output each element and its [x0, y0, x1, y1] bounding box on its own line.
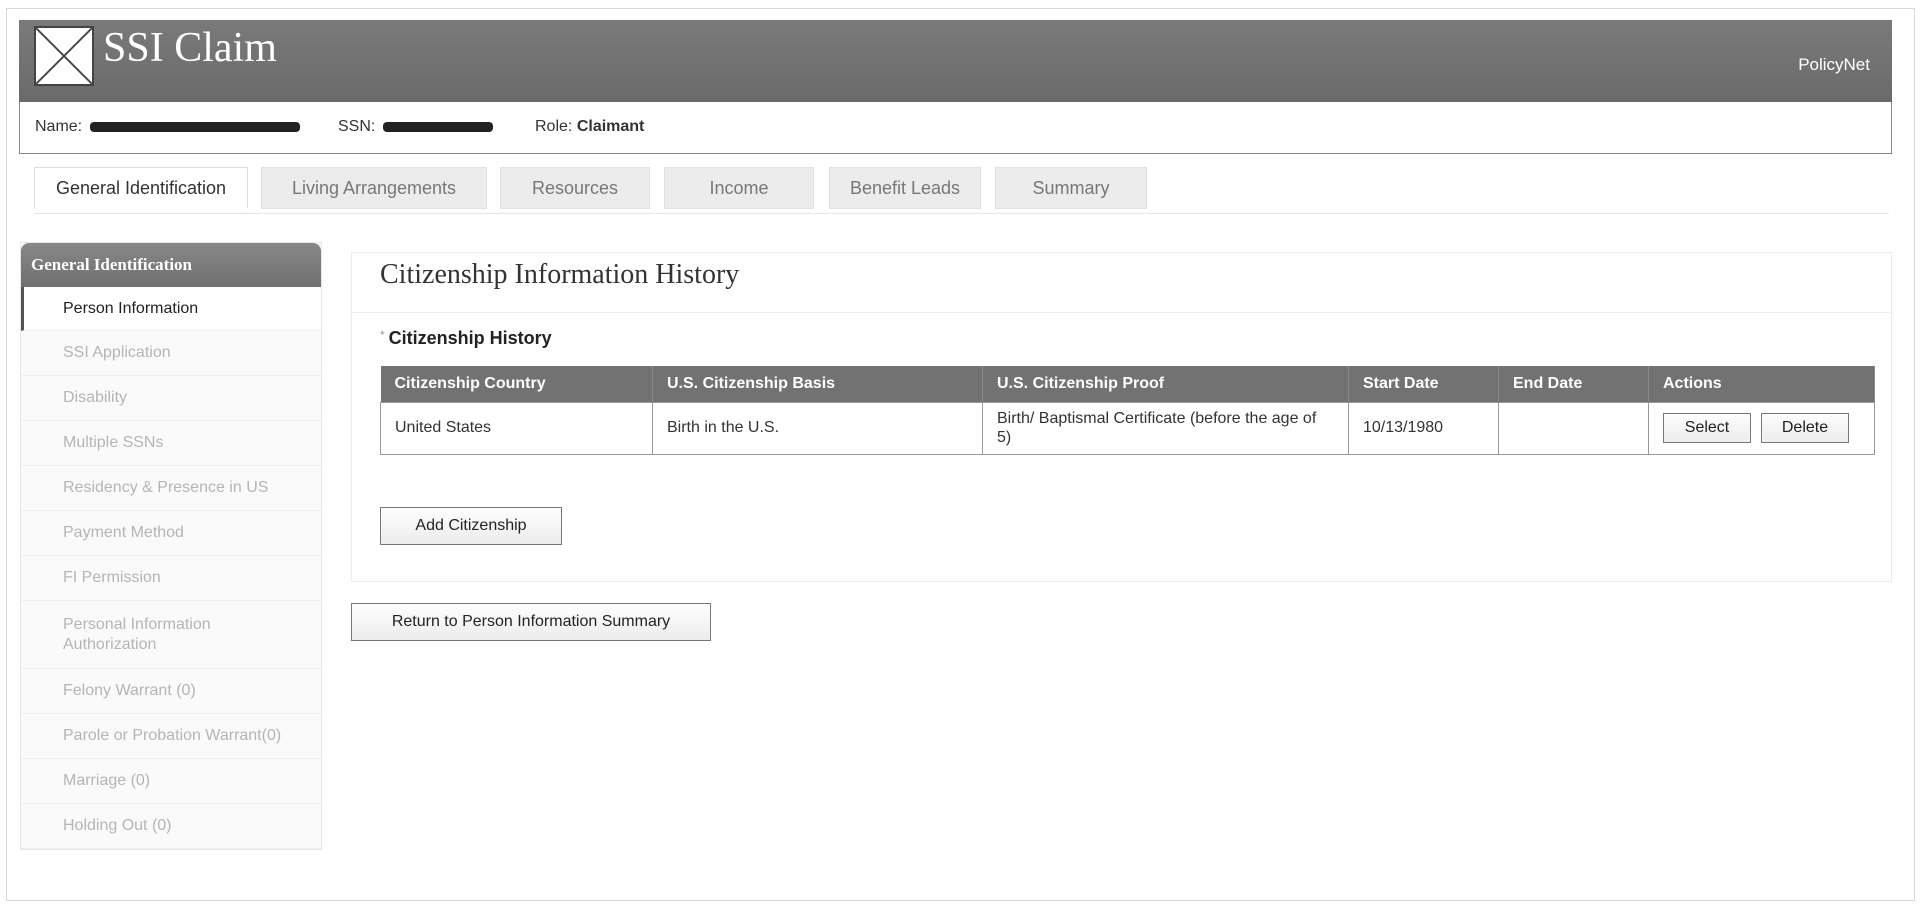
column-header-citizenship-proof: U.S. Citizenship Proof [982, 366, 1349, 402]
cell-citizenship-basis: Birth in the U.S. [652, 401, 983, 455]
required-marker: * [380, 328, 385, 342]
column-header-citizenship-basis: U.S. Citizenship Basis [652, 366, 983, 402]
sidebar-item-felony-warrant[interactable]: Felony Warrant (0) [21, 669, 321, 714]
tab-summary[interactable]: Summary [995, 167, 1147, 209]
sidebar-title: General Identification [21, 243, 321, 287]
policynet-link[interactable]: PolicyNet [1798, 55, 1870, 75]
name-label: Name: [35, 118, 83, 135]
role-value: Claimant [576, 118, 645, 135]
add-citizenship-button[interactable]: Add Citizenship [380, 507, 562, 545]
ssn-field: SSN: [338, 118, 493, 136]
return-to-summary-button[interactable]: Return to Person Information Summary [351, 603, 711, 641]
sidebar-item-payment-method[interactable]: Payment Method [21, 511, 321, 556]
title-divider [352, 312, 1891, 313]
sidebar-item-parole-probation-warrant[interactable]: Parole or Probation Warrant(0) [21, 714, 321, 759]
app-header: SSI Claim PolicyNet [19, 20, 1892, 102]
sidebar-item-ssi-application[interactable]: SSI Application [21, 331, 321, 376]
name-field: Name: [35, 118, 300, 136]
column-header-actions: Actions [1648, 366, 1875, 402]
sidebar: General Identification Person Informatio… [20, 242, 322, 850]
cell-end-date [1498, 401, 1649, 455]
cell-start-date: 10/13/1980 [1348, 401, 1499, 455]
cell-actions: Select Delete [1648, 401, 1875, 455]
sidebar-item-disability[interactable]: Disability [21, 376, 321, 421]
sidebar-item-fi-permission[interactable]: FI Permission [21, 556, 321, 601]
role-field: Role: Claimant [535, 118, 644, 136]
column-header-start-date: Start Date [1348, 366, 1499, 402]
role-label: Role: [535, 118, 573, 135]
sidebar-item-person-information[interactable]: Person Information [21, 287, 321, 331]
tab-income[interactable]: Income [664, 167, 814, 209]
tab-divider [34, 213, 1889, 214]
claimant-info-bar: Name: SSN: Role: Claimant [19, 102, 1892, 154]
tab-general-identification[interactable]: General Identification [34, 167, 248, 209]
page-title: Citizenship Information History [380, 259, 740, 290]
sidebar-item-holding-out[interactable]: Holding Out (0) [21, 804, 321, 849]
sidebar-item-residency[interactable]: Residency & Presence in US [21, 466, 321, 511]
sidebar-item-personal-info-authorization[interactable]: Personal Information Authorization [21, 601, 321, 669]
tab-living-arrangements[interactable]: Living Arrangements [261, 167, 487, 209]
image-placeholder-icon [34, 26, 94, 86]
tab-benefit-leads[interactable]: Benefit Leads [829, 167, 981, 209]
table-header-row: Citizenship Country U.S. Citizenship Bas… [380, 366, 1875, 402]
delete-button[interactable]: Delete [1761, 413, 1849, 443]
ssn-label: SSN: [338, 118, 376, 135]
select-button[interactable]: Select [1663, 413, 1751, 443]
app-title: SSI Claim [103, 25, 277, 71]
column-header-citizenship-country: Citizenship Country [380, 366, 653, 402]
citizenship-panel: Citizenship Information History * Citizen… [351, 252, 1892, 582]
citizenship-table: Citizenship Country U.S. Citizenship Bas… [380, 366, 1875, 455]
cell-citizenship-proof: Birth/ Baptismal Certificate (before the… [982, 401, 1349, 455]
section-heading: * Citizenship History [380, 328, 552, 349]
sidebar-item-multiple-ssns[interactable]: Multiple SSNs [21, 421, 321, 466]
tab-resources[interactable]: Resources [500, 167, 650, 209]
table-row: United States Birth in the U.S. Birth/ B… [380, 401, 1875, 455]
redacted-ssn [382, 121, 493, 132]
section-heading-text: Citizenship History [388, 328, 552, 348]
cell-citizenship-country: United States [380, 401, 653, 455]
redacted-name [89, 121, 300, 132]
sidebar-item-marriage[interactable]: Marriage (0) [21, 759, 321, 804]
column-header-end-date: End Date [1498, 366, 1649, 402]
